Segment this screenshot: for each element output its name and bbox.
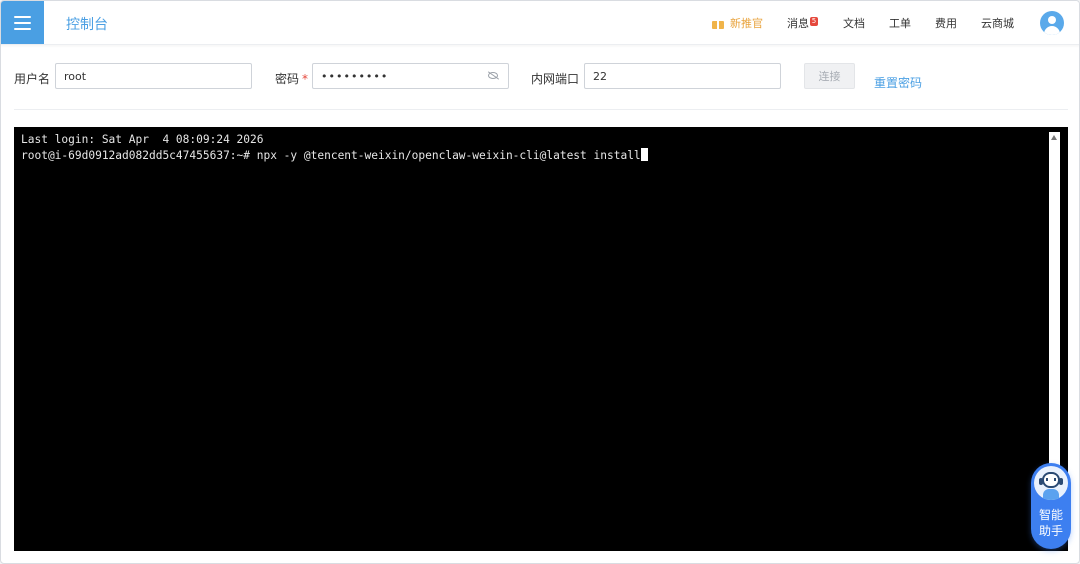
nav-docs[interactable]: 文档 [843,15,865,31]
messages-count-badge: 5 [810,16,818,26]
section-divider [14,109,1068,110]
reset-password-link[interactable]: 重置密码 [874,74,922,91]
console-page: 控制台 新推官 消息 5 文档 工单 费用 云商城 用户名 密码* 内网端口 连… [0,0,1080,564]
terminal-line: Last login: Sat Apr 4 08:09:24 2026 [21,133,264,146]
eye-hidden-icon[interactable] [488,72,498,79]
page-title: 控制台 [66,17,108,33]
password-label-text: 密码 [275,72,300,86]
assistant-label: 智能 助手 [1031,507,1071,539]
nav-marketplace[interactable]: 云商城 [981,15,1014,31]
user-avatar-icon[interactable] [1040,11,1064,35]
terminal-line-prompt: root@i-69d0912ad082dd5c47455637:~# npx -… [21,147,648,164]
terminal-output: Last login: Sat Apr 4 08:09:24 2026 root@… [21,133,648,163]
menu-bar-line [14,15,31,18]
gift-icon [712,17,724,29]
username-label: 用户名 [14,72,51,86]
terminal-scrollbar[interactable] [1049,132,1060,512]
hamburger-menu-icon[interactable] [1,1,44,44]
password-label: 密码 * [275,70,308,87]
robot-body [1043,489,1059,500]
terminal-command: root@i-69d0912ad082dd5c47455637:~# npx -… [21,148,641,162]
nav-billing[interactable]: 费用 [935,15,957,31]
nav-new-recommend[interactable]: 新推官 [712,15,763,31]
nav-messages[interactable]: 消息 5 [787,15,818,31]
password-input[interactable] [312,63,509,89]
terminal-cursor [640,147,648,161]
nav-new-recommend-label: 新推官 [730,17,763,30]
username-input[interactable] [55,63,252,89]
nav-tickets[interactable]: 工单 [889,15,911,31]
top-navigation-bar: 控制台 新推官 消息 5 文档 工单 费用 云商城 [1,1,1079,45]
assistant-robot-icon [1034,466,1068,500]
assistant-label-line: 助手 [1038,524,1063,538]
required-mark: * [302,72,309,86]
robot-eyes [1046,478,1056,481]
terminal-window[interactable]: Last login: Sat Apr 4 08:09:24 2026 root@… [14,127,1068,551]
smart-assistant-button[interactable]: 智能 助手 [1031,463,1071,549]
menu-bar-line [14,21,31,24]
scroll-up-arrow-icon[interactable] [1051,135,1057,140]
connect-button[interactable]: 连接 [804,63,855,89]
assistant-label-line: 智能 [1038,508,1063,522]
port-label: 内网端口 [531,72,580,86]
nav-messages-label: 消息 [787,17,809,30]
menu-bar-line [14,27,31,30]
port-input[interactable] [584,63,781,89]
